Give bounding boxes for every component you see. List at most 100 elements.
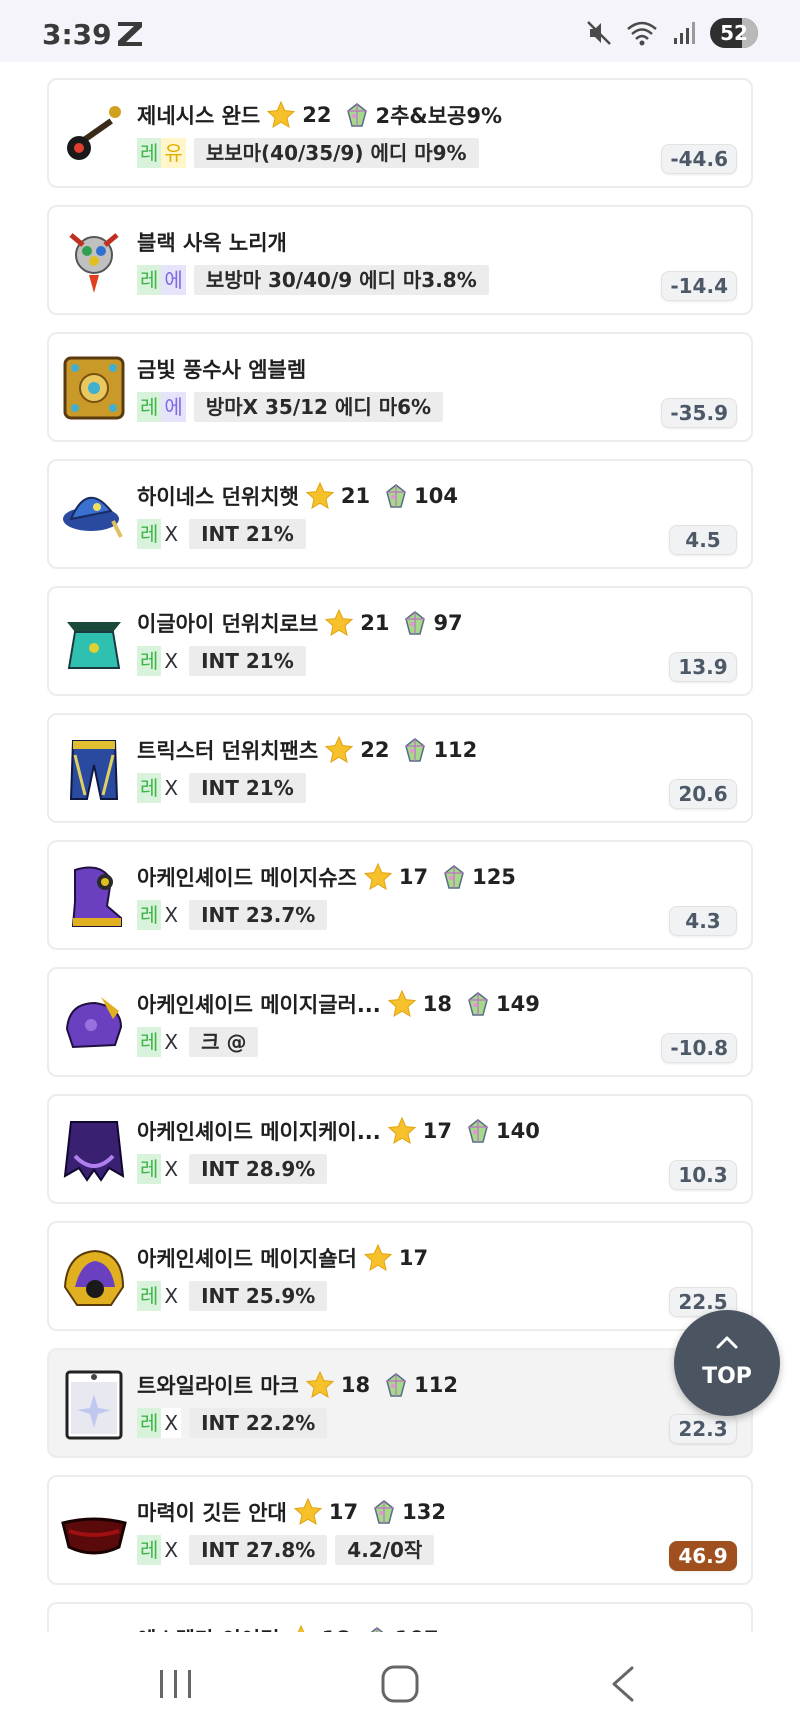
item-card[interactable]: 트와일라이트 마크 18 112 레 X INT 22.2% 22.3 (47, 1348, 753, 1458)
scroll-top-button[interactable]: TOP (674, 1310, 780, 1416)
flame-value: 112 (433, 738, 478, 762)
potential-grade: 레 (137, 1535, 162, 1565)
star-icon (305, 481, 335, 510)
status-bar: 3:39 52 (0, 0, 800, 62)
item-card[interactable]: 블랙 사옥 노리개 레 에 보방마 30/40/9 에디 마3.8% -14.4 (47, 205, 753, 315)
item-thumbnail (67, 622, 121, 669)
item-card[interactable]: 제네시스 완드 22 2추&보공9% 레 유 보보마(40/35/9) 에디 마9% -… (47, 78, 753, 188)
item-spec-tag: 보방마 30/40/9 에디 마3.8% (193, 265, 489, 295)
item-score-badge: 46.9 (669, 1541, 737, 1571)
potential-grade: 레 (137, 265, 162, 295)
flame-value: 125 (472, 865, 516, 889)
item-tag-row: 레 X INT 25.9% (137, 1281, 328, 1311)
star-icon (325, 735, 354, 764)
item-spec-tag: INT 21% (189, 519, 306, 549)
star-icon (267, 100, 296, 129)
item-name: 이글아이 던위치로브 (137, 612, 319, 636)
star-force-value: 17 (398, 865, 429, 889)
item-card[interactable]: 아케인셰이드 메이지글러... 18 149 레 X 크 @ -10.8 (47, 967, 753, 1077)
item-name: 블랙 사옥 노리개 (137, 231, 287, 255)
potential-grade-badge: 레X (137, 519, 182, 549)
additional-potential-grade: X (161, 773, 182, 803)
item-title-row: 이글아이 던위치로브 21 97 (137, 608, 463, 638)
item-card[interactable]: 트릭스터 던위치팬츠 22 112 레 X INT 21% 20.6 (47, 713, 753, 823)
additional-potential-grade: 에 (161, 392, 186, 422)
potential-grade-badge: 레X (137, 773, 182, 803)
item-card[interactable]: 마력이 깃든 안대 17 132 레 X INT 27.8% 4.2/0작 46.9 (47, 1475, 753, 1585)
item-thumbnail (63, 1249, 125, 1306)
star-icon (297, 1624, 304, 1632)
item-list[interactable]: 제네시스 완드 22 2추&보공9% 레 유 보보마(40/35/9) 에디 마9% -… (0, 62, 800, 1632)
recent-apps-icon[interactable] (146, 1662, 206, 1706)
item-spec-tag: 방마X 35/12 에디 마6% (193, 392, 444, 422)
item-thumbnail (67, 106, 121, 160)
item-name: 금빛 풍수사 엠블렘 (137, 358, 307, 382)
item-tag-row: 레 X INT 21% (137, 773, 306, 803)
item-score-badge: -10.8 (661, 1033, 737, 1063)
gem-icon (347, 103, 368, 127)
item-tag-row: 레 X INT 22.2% (137, 1408, 328, 1438)
potential-grade-badge: 레X (137, 900, 182, 930)
gem-icon (444, 865, 464, 889)
star-force-value: 18 (340, 1373, 371, 1397)
potential-grade: 레 (137, 138, 162, 168)
item-card[interactable]: 이글아이 던위치로브 21 97 레 X INT 21% 13.9 (47, 586, 753, 696)
star-icon (293, 1497, 323, 1526)
additional-potential-grade: X (161, 1281, 182, 1311)
star-force-value: 22 (302, 103, 332, 127)
item-title-row: 마력이 깃든 안대 17 132 (137, 1497, 446, 1527)
gem-icon (468, 1119, 488, 1143)
star-icon (363, 1243, 393, 1272)
potential-grade-badge: 레에 (137, 392, 186, 422)
star-icon (387, 1116, 416, 1145)
item-card[interactable]: 에스텔라 이어링 18 107 (47, 1602, 753, 1632)
item-title-row: 하이네스 던위치햇 21 104 (137, 481, 458, 511)
chevron-up-icon (716, 1336, 738, 1349)
item-spec-tag: INT 25.9% (189, 1281, 328, 1311)
item-name: 아케인셰이드 메이지글러... (137, 993, 381, 1017)
item-name: 마력이 깃든 안대 (137, 1501, 287, 1525)
additional-potential-grade: X (161, 1408, 182, 1438)
flame-value: 112 (414, 1373, 458, 1397)
signal-icon (674, 22, 695, 44)
item-title-row: 아케인셰이드 메이지슈즈 17 125 (137, 862, 516, 892)
item-title-row: 아케인셰이드 메이지글러... 18 149 (137, 989, 540, 1019)
item-title-row: 제네시스 완드 22 2추&보공9% (137, 100, 502, 130)
item-score-badge: -35.9 (661, 398, 737, 428)
item-name: 아케인셰이드 메이지슈즈 (137, 866, 357, 890)
item-card[interactable]: 금빛 풍수사 엠블렘레 에 방마X 35/12 에디 마6% -35.9 (47, 332, 753, 442)
item-thumbnail (61, 1517, 127, 1555)
item-spec-tag: INT 27.8% (189, 1535, 328, 1565)
item-name: 에스텔라 이어링 (137, 1624, 280, 1632)
item-name: 하이네스 던위치햇 (137, 485, 299, 509)
flame-value: 104 (414, 484, 458, 508)
item-thumbnail (71, 866, 122, 927)
item-name: 아케인셰이드 메이지숄더 (137, 1247, 357, 1271)
item-tag-row: 레 X INT 21% (137, 519, 306, 549)
item-score-badge: 10.3 (669, 1160, 737, 1190)
item-spec-tag: INT 28.9% (189, 1154, 328, 1184)
item-thumbnail (63, 496, 123, 538)
item-spec-tag: INT 21% (189, 773, 306, 803)
item-card[interactable]: 하이네스 던위치햇 21 104 레 X INT 21% 4.5 (47, 459, 753, 569)
item-spec-tag: INT 21% (189, 646, 306, 676)
item-card[interactable]: 아케인셰이드 메이지숄더 17 레 X INT 25.9% 22.5 (47, 1221, 753, 1331)
back-icon[interactable] (594, 1662, 654, 1706)
item-title-row: 블랙 사옥 노리개 (137, 227, 287, 257)
item-card[interactable]: 아케인셰이드 메이지슈즈 17 125 레 X INT 23.7% 4.3 (47, 840, 753, 950)
potential-grade: 레 (137, 1408, 162, 1438)
item-title-row: 트릭스터 던위치팬츠 22 112 (137, 735, 477, 765)
gem-icon (405, 738, 426, 762)
star-force-value: 18 (422, 992, 452, 1016)
item-tag-row: 레X크 @ (137, 1027, 259, 1057)
star-icon (325, 608, 354, 637)
additional-potential-grade: X (161, 1027, 182, 1057)
item-tag-row: 레 에 보방마 30/40/9 에디 마3.8% (137, 265, 489, 295)
system-nav-bar (0, 1632, 800, 1733)
item-spec-tag: 보보마(40/35/9) 에디 마9% (193, 138, 479, 168)
home-icon[interactable] (370, 1662, 430, 1706)
item-name: 트와일라이트 마크 (137, 1374, 299, 1398)
potential-grade: 레 (137, 900, 162, 930)
item-card[interactable]: 아케인셰이드 메이지케이... 17 140 레 X INT 28.9% 10.3 (47, 1094, 753, 1204)
additional-potential-grade: 유 (161, 138, 186, 168)
